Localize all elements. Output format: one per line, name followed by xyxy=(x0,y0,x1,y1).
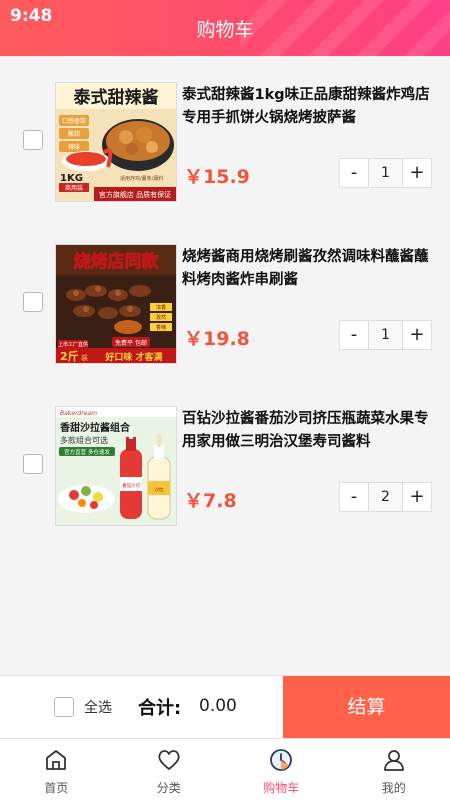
product-image-salad-sauce: Bakerdream 香甜沙拉酱组合 多款组合可选 官方直营 多仓速发 番茄沙司 xyxy=(56,407,176,525)
svg-text:官方直营 多仓速发: 官方直营 多仓速发 xyxy=(64,448,110,456)
quantity-stepper: - 1 + xyxy=(339,158,432,188)
cart-item: 烧烤店同款 浓香 孜然 香辣 上市工厂直供 2斤 装 免费平 包邮 好口味 才客… xyxy=(0,228,450,378)
svg-text:好口味 才客满: 好口味 才客满 xyxy=(104,351,162,363)
tab-label: 购物车 xyxy=(263,781,300,795)
svg-text:沙拉: 沙拉 xyxy=(155,486,164,493)
tab-home[interactable]: 首页 xyxy=(0,739,113,800)
product-image[interactable]: 烧烤店同款 浓香 孜然 香辣 上市工厂直供 2斤 装 免费平 包邮 好口味 才客… xyxy=(55,244,177,364)
svg-text:辣味: 辣味 xyxy=(68,143,80,151)
bottom-tab-bar: 首页 分类 购物车 我的 xyxy=(0,738,450,800)
product-price: ￥19.8 xyxy=(184,328,250,350)
increase-quantity-button[interactable]: + xyxy=(403,483,431,511)
svg-text:孜然: 孜然 xyxy=(156,314,166,321)
svg-text:浓香: 浓香 xyxy=(156,304,166,311)
svg-text:多款组合可选: 多款组合可选 xyxy=(60,435,108,445)
tab-label: 分类 xyxy=(156,781,181,795)
item-checkbox[interactable] xyxy=(23,130,43,150)
product-title[interactable]: 烧烤酱商用烧烤刷酱孜然调味料蘸酱蘸料烤肉酱炸串刷酱 xyxy=(182,246,437,292)
quantity-stepper: - 2 + xyxy=(339,482,432,512)
svg-text:适用炸鸡/薯条/蘸料: 适用炸鸡/薯条/蘸料 xyxy=(120,175,163,182)
product-price: ￥7.8 xyxy=(184,490,237,512)
heart-icon xyxy=(158,750,180,770)
svg-text:Bakerdream: Bakerdream xyxy=(60,410,97,417)
quantity-value[interactable]: 1 xyxy=(368,159,403,187)
svg-text:上市工厂直供: 上市工厂直供 xyxy=(58,341,88,348)
quantity-stepper: - 1 + xyxy=(339,320,432,350)
tab-label: 我的 xyxy=(381,781,406,795)
product-image[interactable]: 泰式甜辣酱 口感香甜 酸甜 辣味 1KG 商用装 适用炸鸡/薯条/蘸料 官方旗舰… xyxy=(55,82,177,202)
svg-text:口感香甜: 口感香甜 xyxy=(62,117,86,125)
cart-item: 泰式甜辣酱 口感香甜 酸甜 辣味 1KG 商用装 适用炸鸡/薯条/蘸料 官方旗舰… xyxy=(0,66,450,216)
decrease-quantity-button[interactable]: - xyxy=(340,483,368,511)
total-label: 合计: xyxy=(138,698,182,719)
product-price: ￥15.9 xyxy=(184,166,250,188)
svg-text:番茄沙司: 番茄沙司 xyxy=(122,482,140,489)
decrease-quantity-button[interactable]: - xyxy=(340,159,368,187)
svg-text:装: 装 xyxy=(81,353,88,362)
page-title: 购物车 xyxy=(196,19,254,41)
quantity-value[interactable]: 2 xyxy=(368,483,403,511)
increase-quantity-button[interactable]: + xyxy=(403,321,431,349)
item-checkbox[interactable] xyxy=(23,454,43,474)
image-headline: 香甜沙拉酱组合 xyxy=(60,421,131,434)
tab-label: 首页 xyxy=(44,781,69,795)
select-all-label[interactable]: 全选 xyxy=(84,697,112,717)
select-all-checkbox[interactable] xyxy=(54,697,74,717)
quantity-value[interactable]: 1 xyxy=(368,321,403,349)
svg-text:1KG: 1KG xyxy=(60,173,83,184)
tab-profile[interactable]: 我的 xyxy=(338,739,450,800)
svg-text:酸甜: 酸甜 xyxy=(68,130,80,138)
svg-text:香辣: 香辣 xyxy=(156,324,166,331)
header-bar: 9:48 购物车 xyxy=(0,0,450,56)
product-title[interactable]: 泰式甜辣酱1kg味正品康甜辣酱炸鸡店专用手抓饼火锅烧烤披萨酱 xyxy=(182,84,437,130)
checkout-button[interactable]: 结算 xyxy=(283,676,450,739)
svg-text:2斤: 2斤 xyxy=(60,349,79,363)
product-image-bbq-sauce: 烧烤店同款 浓香 孜然 香辣 上市工厂直供 2斤 装 免费平 包邮 好口味 才客… xyxy=(56,245,176,363)
cart-item: Bakerdream 香甜沙拉酱组合 多款组合可选 官方直营 多仓速发 番茄沙司 xyxy=(0,390,450,540)
product-image-sweet-chili: 泰式甜辣酱 口感香甜 酸甜 辣味 1KG 商用装 适用炸鸡/薯条/蘸料 官方旗舰… xyxy=(56,83,176,201)
tab-category[interactable]: 分类 xyxy=(113,739,226,800)
decrease-quantity-button[interactable]: - xyxy=(340,321,368,349)
item-checkbox[interactable] xyxy=(23,292,43,312)
svg-text:商用装: 商用装 xyxy=(65,184,83,192)
home-icon xyxy=(46,750,67,770)
total-value: 0.00 xyxy=(199,696,237,716)
tab-cart[interactable]: 购物车 xyxy=(225,739,338,800)
increase-quantity-button[interactable]: + xyxy=(403,159,431,187)
product-title[interactable]: 百钻沙拉酱番茄沙司挤压瓶蔬菜水果专用家用做三明治汉堡寿司酱料 xyxy=(182,408,437,454)
image-headline: 泰式甜辣酱 xyxy=(74,87,159,108)
checkout-bar: 全选 合计: 0.00 结算 xyxy=(0,675,450,739)
cart-clock-icon xyxy=(270,749,293,771)
product-image[interactable]: Bakerdream 香甜沙拉酱组合 多款组合可选 官方直营 多仓速发 番茄沙司 xyxy=(55,406,177,526)
image-headline: 烧烤店同款 xyxy=(74,251,160,272)
svg-text:官方旗舰店 品质有保证: 官方旗舰店 品质有保证 xyxy=(99,190,171,199)
svg-text:免费平 包邮: 免费平 包邮 xyxy=(115,339,147,347)
user-icon xyxy=(383,750,404,771)
